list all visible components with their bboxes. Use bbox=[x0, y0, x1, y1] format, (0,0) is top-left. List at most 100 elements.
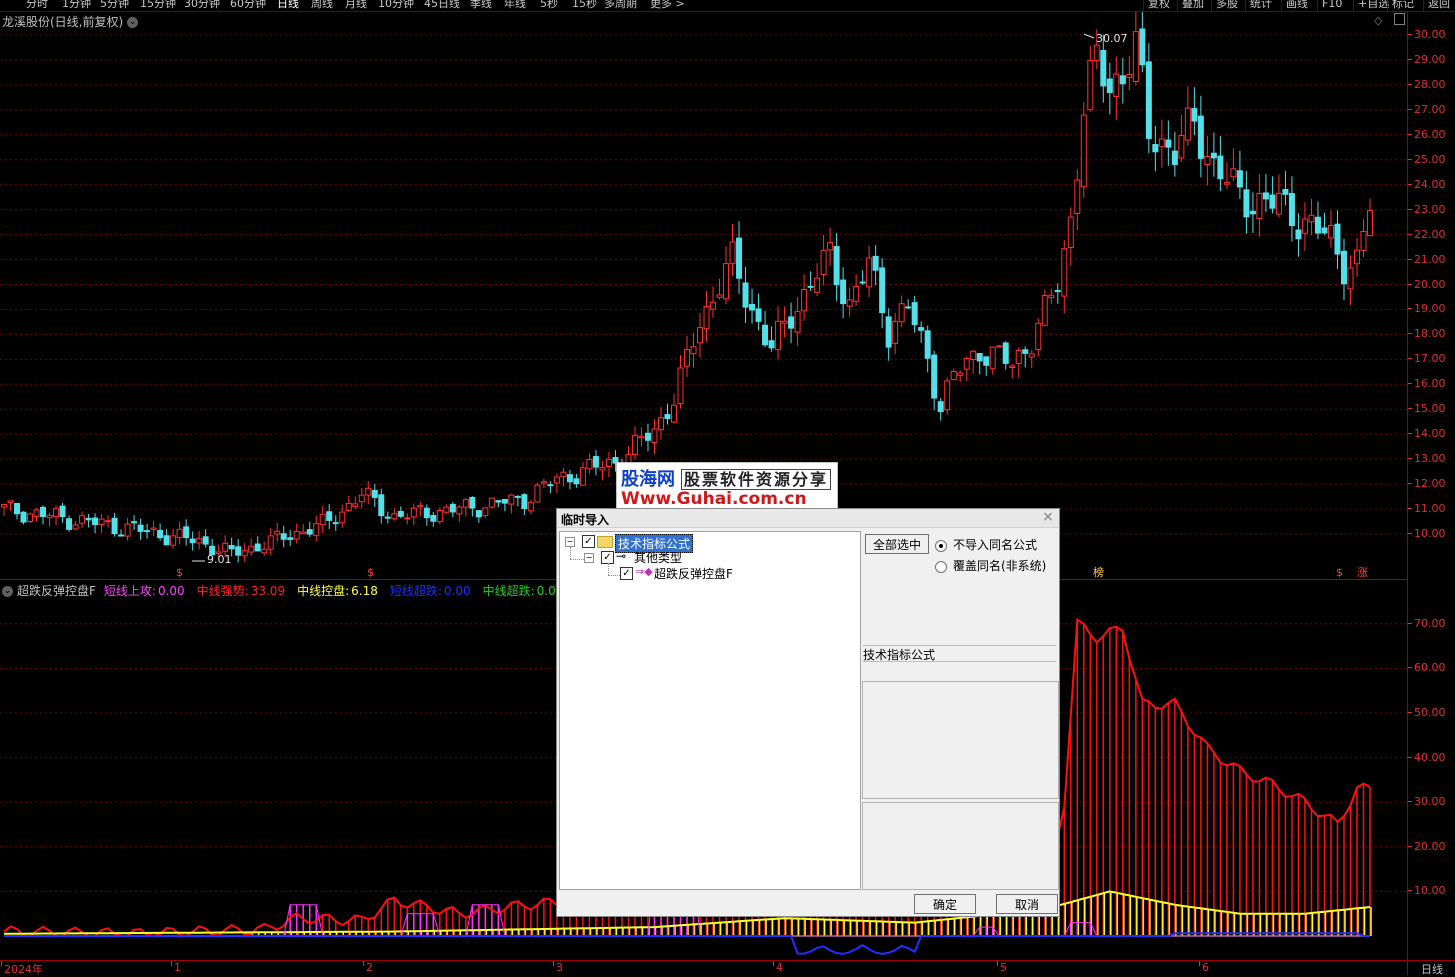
collapse-icon[interactable]: − bbox=[584, 553, 594, 563]
candle-body bbox=[677, 367, 684, 404]
candle-body bbox=[1308, 214, 1315, 223]
candle-body bbox=[1204, 155, 1211, 166]
close-icon[interactable]: × bbox=[1041, 510, 1055, 524]
toolbar-button[interactable]: 返回 bbox=[1428, 0, 1450, 11]
radio-skip-label: 不导入同名公式 bbox=[953, 538, 1038, 552]
toolbar-button[interactable]: 画线 bbox=[1286, 0, 1308, 11]
candle-body bbox=[1223, 181, 1230, 185]
candle-body bbox=[358, 494, 365, 503]
price-tick: 17.00 bbox=[1408, 352, 1446, 366]
candle-body bbox=[1360, 230, 1367, 251]
candle-body bbox=[118, 534, 125, 537]
candle-body bbox=[1367, 210, 1373, 237]
candle-body bbox=[723, 263, 730, 300]
candle-body bbox=[1269, 194, 1276, 209]
indicator-menu-icon[interactable]: ⌄ bbox=[2, 586, 13, 597]
candle-body bbox=[326, 511, 333, 521]
period-tab[interactable]: 1分钟 bbox=[62, 0, 91, 11]
ok-button[interactable]: 确定 bbox=[914, 894, 976, 914]
candle-body bbox=[853, 286, 860, 302]
period-tab[interactable]: 季线 bbox=[470, 0, 492, 11]
candle-body bbox=[443, 506, 450, 513]
toolbar-button[interactable]: 统计 bbox=[1250, 0, 1272, 11]
toolbar-button[interactable]: 复权 bbox=[1148, 0, 1170, 11]
candle-body bbox=[1295, 229, 1302, 240]
tree-leaf-label[interactable]: 超跌反弹控盘F bbox=[654, 565, 733, 582]
candle-body bbox=[651, 428, 658, 443]
candle-body bbox=[859, 281, 866, 284]
candle-body bbox=[1249, 210, 1256, 215]
price-tick: 30.00 bbox=[1408, 28, 1446, 41]
window-icon[interactable] bbox=[1394, 13, 1405, 25]
period-tab[interactable]: 60分钟 bbox=[230, 0, 266, 11]
period-tab[interactable]: 月线 bbox=[345, 0, 367, 11]
price-tick: 14.00 bbox=[1408, 427, 1446, 441]
candle-body bbox=[1067, 216, 1074, 248]
candle-body bbox=[1327, 225, 1334, 239]
period-tab[interactable]: 5分钟 bbox=[100, 0, 129, 11]
candle-body bbox=[33, 509, 40, 517]
period-tab[interactable]: 分时 bbox=[26, 0, 48, 11]
cancel-button[interactable]: 取消 bbox=[996, 894, 1058, 914]
indicator-tick: 20.00 bbox=[1408, 839, 1446, 853]
candle-body bbox=[983, 356, 990, 366]
candle-body bbox=[579, 467, 586, 486]
candle-body bbox=[280, 533, 287, 540]
candle-body bbox=[1353, 249, 1360, 265]
indicator-value-number: 0.00 bbox=[443, 584, 471, 598]
radio-skip-duplicates[interactable]: 不导入同名公式 bbox=[935, 536, 1037, 553]
candle-body bbox=[157, 529, 164, 539]
indicator-tick: 70.00 bbox=[1408, 616, 1446, 630]
candle-body bbox=[124, 523, 131, 537]
candle-body bbox=[430, 514, 437, 522]
candle-body bbox=[605, 458, 612, 468]
candle-body bbox=[970, 350, 977, 361]
candle-body bbox=[560, 471, 567, 478]
period-tab[interactable]: 多周期 bbox=[604, 0, 637, 11]
candle-body bbox=[872, 255, 879, 271]
collapse-icon[interactable]: − bbox=[565, 537, 575, 547]
leaf-checkbox[interactable]: ✓ bbox=[620, 567, 633, 580]
candle-body bbox=[365, 487, 372, 496]
period-tab[interactable]: 周线 bbox=[311, 0, 333, 11]
chevron-down-icon[interactable]: ⌄ bbox=[127, 17, 139, 28]
price-tick: 18.00 bbox=[1408, 327, 1446, 341]
candle-body bbox=[924, 330, 931, 359]
candle-body bbox=[105, 520, 112, 523]
radio-overwrite[interactable]: 覆盖同名(非系统) bbox=[935, 557, 1046, 574]
indicator-title: ⌄ 超跌反弹控盘F 短线上攻: 0.00 中线强势: 33.09 中线控盘: 6.18 短线超跌… bbox=[2, 582, 575, 599]
period-tab[interactable]: 5秒 bbox=[540, 0, 558, 11]
candle-body bbox=[898, 303, 905, 323]
period-tab[interactable]: 年线 bbox=[504, 0, 526, 11]
candle-body bbox=[59, 505, 66, 518]
price-tick: 22.00 bbox=[1408, 227, 1446, 241]
candle-body bbox=[267, 535, 274, 550]
toolbar-button[interactable]: 标记 bbox=[1392, 0, 1414, 11]
root-checkbox[interactable]: ✓ bbox=[582, 535, 595, 548]
select-all-button[interactable]: 全部选中 bbox=[865, 534, 929, 554]
diamond-icon[interactable]: ◇ bbox=[1374, 14, 1382, 27]
toolbar-button[interactable]: 多股 bbox=[1216, 0, 1238, 11]
toolbar-button[interactable]: 叠加 bbox=[1182, 0, 1204, 11]
period-tab[interactable]: 15秒 bbox=[572, 0, 597, 11]
period-tab[interactable]: 10分钟 bbox=[378, 0, 414, 11]
candle-body bbox=[254, 543, 261, 552]
period-tab[interactable]: 30分钟 bbox=[184, 0, 220, 11]
candle-body bbox=[794, 311, 801, 333]
period-tab[interactable]: 日线 bbox=[277, 0, 299, 11]
toolbar-button[interactable]: +自选 bbox=[1358, 0, 1389, 11]
candle-body bbox=[736, 237, 743, 279]
candle-body bbox=[905, 306, 912, 309]
price-tick: 21.00 bbox=[1408, 252, 1446, 266]
period-tab[interactable]: 更多 > bbox=[650, 0, 685, 11]
period-tab[interactable]: 15分钟 bbox=[140, 0, 176, 11]
period-tab[interactable]: 45日线 bbox=[424, 0, 460, 11]
watermark-logo: 股海网 股票软件资源分享 Www.Guhai.com.cn bbox=[616, 462, 838, 514]
tree-child-label[interactable]: 其他类型 bbox=[634, 549, 682, 566]
formula-icon: ⇒◆ bbox=[635, 565, 653, 578]
candle-body bbox=[1, 503, 7, 508]
candle-body bbox=[20, 511, 27, 523]
dialog-titlebar[interactable]: 临时导入 × bbox=[557, 509, 1059, 528]
candle-body bbox=[144, 530, 151, 533]
toolbar-button[interactable]: F10 bbox=[1322, 0, 1342, 11]
